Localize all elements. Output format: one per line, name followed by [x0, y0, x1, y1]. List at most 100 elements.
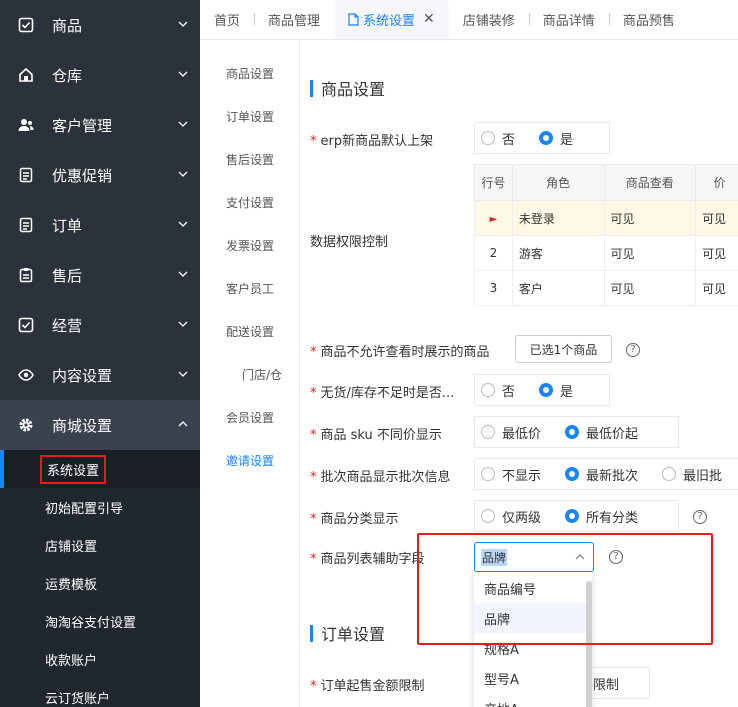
tab-goods-management[interactable]: 商品管理: [254, 0, 334, 39]
radio-dot: [481, 383, 495, 397]
section-title-goods: 商品设置: [310, 76, 385, 100]
menu-promotion[interactable]: 优惠促销: [0, 150, 200, 200]
radio-dot: [539, 383, 554, 397]
batch-hide[interactable]: 不显示: [481, 465, 541, 484]
tab-goods-presale[interactable]: 商品预售: [608, 0, 689, 39]
table-cell: 2: [474, 235, 513, 271]
subnav-payment-settings[interactable]: 支付设置: [200, 194, 300, 211]
radio-dot: [481, 425, 495, 439]
close-icon[interactable]: ✕: [423, 11, 435, 27]
gear-icon: [18, 417, 34, 433]
category-all[interactable]: 所有分类: [565, 507, 638, 526]
radio-label: 最旧批: [683, 468, 723, 484]
subnav-invoice-settings[interactable]: 发票设置: [200, 237, 300, 254]
batch-newest[interactable]: 最新批次: [565, 465, 638, 484]
erp-default-yes[interactable]: 是: [539, 129, 573, 148]
menu-goods[interactable]: 商品: [0, 0, 200, 50]
row-pointer-icon: ►: [474, 200, 513, 236]
submenu-cloud-order-account[interactable]: 云订货账户: [0, 678, 200, 707]
sidebar: 商品 仓库 客户管理 优惠促销 订单 售后 经营 内容设置 商城设置 系统设置 …: [0, 0, 200, 707]
menu-operation[interactable]: 经营: [0, 300, 200, 350]
submenu-label: 云订货账户: [45, 691, 111, 707]
required-mark: *: [310, 679, 317, 694]
subnav-store-warehouse[interactable]: 门店/仓: [200, 366, 300, 383]
category-display-radio-group: 仅两级 所有分类: [474, 500, 679, 532]
out-of-stock-radio-group: 否 是: [474, 374, 610, 406]
sku-price-lowest-from[interactable]: 最低价起: [565, 423, 638, 442]
table-cell: 客户: [511, 270, 605, 306]
subnav-aftersale-settings[interactable]: 售后设置: [200, 151, 300, 168]
tab-shop-decoration[interactable]: 店铺装修: [449, 0, 529, 39]
tab-home[interactable]: 首页: [200, 0, 254, 39]
label-text: 商品分类显示: [320, 512, 399, 527]
label-text: 商品 sku 不同价显示: [320, 428, 442, 443]
menu-label: 内容设置: [52, 366, 113, 385]
dropdown-scrollbar[interactable]: [586, 581, 592, 707]
list-aux-field-select[interactable]: 品牌: [474, 542, 594, 572]
subnav-customer-staff[interactable]: 客户员工: [200, 280, 300, 297]
radio-label: 仅两级: [502, 510, 542, 526]
menu-customer[interactable]: 客户管理: [0, 100, 200, 150]
submenu-label: 系统设置: [39, 454, 107, 484]
required-mark: *: [310, 345, 317, 360]
category-two-levels[interactable]: 仅两级: [481, 507, 541, 526]
menu-mall-settings[interactable]: 商城设置: [0, 400, 200, 450]
dropdown-option[interactable]: 型号A: [474, 663, 592, 693]
settings-subnav: 商品设置 订单设置 售后设置 支付设置 发票设置 客户员工 配送设置 门店/仓 …: [200, 40, 300, 707]
menu-label: 仓库: [52, 66, 83, 85]
chevron-down-icon: [178, 221, 188, 227]
batch-oldest[interactable]: 最旧批: [662, 465, 722, 484]
tab-goods-detail[interactable]: 商品详情: [528, 0, 609, 39]
submenu-freight-template[interactable]: 运费模板: [0, 564, 200, 602]
radio-dot: [565, 509, 580, 523]
radio-dot: [481, 131, 495, 145]
menu-content[interactable]: 内容设置: [0, 350, 200, 400]
table-row[interactable]: ► 未登录 可见 可见: [474, 200, 738, 236]
help-icon[interactable]: ?: [609, 550, 623, 564]
sku-price-lowest[interactable]: 最低价: [481, 423, 541, 442]
tab-label: 系统设置: [363, 13, 416, 29]
chevron-down-icon: [178, 121, 188, 127]
table-row[interactable]: 2 游客 可见 可见: [474, 235, 738, 271]
tab-system-settings[interactable]: 系统设置 ✕: [334, 0, 449, 39]
help-icon[interactable]: ?: [626, 343, 640, 357]
list-aux-field-dropdown: 商品编号 品牌 规格A 型号A 产地A: [474, 573, 592, 707]
menu-aftersale[interactable]: 售后: [0, 250, 200, 300]
dropdown-option[interactable]: 商品编号: [474, 573, 592, 603]
subnav-invite-settings[interactable]: 邀请设置: [200, 452, 300, 469]
section-title-order: 订单设置: [310, 621, 385, 645]
tab-label: 商品管理: [268, 13, 321, 29]
help-icon[interactable]: ?: [693, 510, 707, 524]
submenu-payment-settings[interactable]: 淘淘谷支付设置: [0, 602, 200, 640]
dropdown-option[interactable]: 规格A: [474, 633, 592, 663]
section-title-text: 商品设置: [321, 80, 386, 99]
menu-label: 商城设置: [52, 416, 113, 435]
radio-label: 是: [560, 384, 574, 400]
table-row[interactable]: 3 客户 可见 可见: [474, 270, 738, 306]
eye-icon: [18, 367, 34, 383]
select-goods-button[interactable]: 已选1个商品: [515, 335, 612, 363]
erp-default-no[interactable]: 否: [481, 129, 515, 148]
menu-label: 订单: [52, 216, 83, 235]
submenu-init-guide[interactable]: 初始配置引导: [0, 488, 200, 526]
menu-warehouse[interactable]: 仓库: [0, 50, 200, 100]
subnav-member-settings[interactable]: 会员设置: [200, 409, 300, 426]
dropdown-option[interactable]: 品牌: [474, 603, 592, 633]
submenu-system-settings[interactable]: 系统设置: [0, 450, 200, 488]
menu-label: 售后: [52, 266, 83, 285]
submenu-shop-settings[interactable]: 店铺设置: [0, 526, 200, 564]
label-text: 批次商品显示批次信息: [320, 470, 451, 485]
submenu-receiving-account[interactable]: 收款账户: [0, 640, 200, 678]
out-of-stock-yes[interactable]: 是: [539, 381, 573, 400]
dropdown-option[interactable]: 产地A: [474, 693, 592, 707]
batch-info-label: * 批次商品显示批次信息: [310, 466, 451, 485]
subnav-goods-settings[interactable]: 商品设置: [200, 65, 300, 82]
label-text: erp新商品默认上架: [320, 134, 434, 149]
menu-order[interactable]: 订单: [0, 200, 200, 250]
label-text: 商品列表辅助字段: [320, 552, 425, 567]
min-order-value: 限制: [592, 677, 619, 693]
out-of-stock-no[interactable]: 否: [481, 381, 515, 400]
select-value: 品牌: [481, 548, 508, 566]
subnav-delivery-settings[interactable]: 配送设置: [200, 323, 300, 340]
subnav-order-settings[interactable]: 订单设置: [200, 108, 300, 125]
